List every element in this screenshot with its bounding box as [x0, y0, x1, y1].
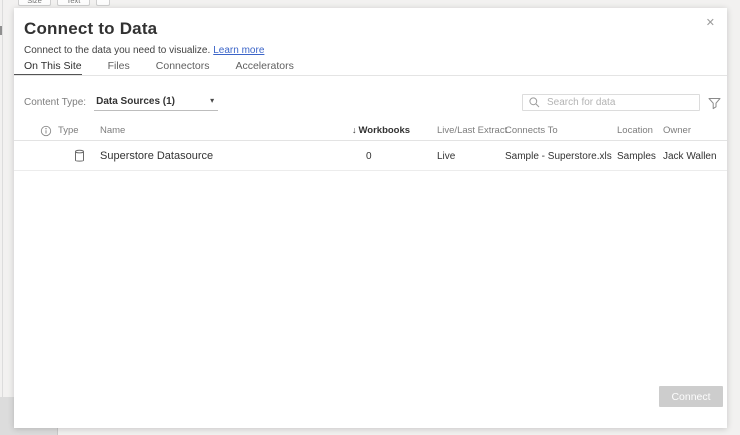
dialog-title: Connect to Data	[24, 19, 157, 39]
column-header-owner[interactable]: Owner	[663, 125, 717, 136]
subtitle-text: Connect to the data you need to visualiz…	[24, 45, 210, 56]
column-header-name[interactable]: Name	[100, 125, 352, 136]
info-icon[interactable]	[33, 125, 58, 137]
search-input[interactable]	[545, 96, 699, 109]
panel-divider-line	[2, 0, 3, 398]
tab-files[interactable]: Files	[108, 60, 130, 76]
toolbar-button-fragment	[96, 0, 110, 6]
row-location: Samples	[617, 151, 663, 162]
background-text-fragment	[0, 26, 2, 35]
row-connects-to: Sample - Superstore.xls	[505, 151, 617, 162]
column-header-workbooks[interactable]: ↓Workbooks	[352, 125, 437, 136]
column-header-location[interactable]: Location	[617, 125, 663, 136]
content-type-value: Data Sources (1)	[96, 96, 175, 107]
close-icon[interactable]: ✕	[706, 18, 715, 29]
dialog-tabs: On This Site Files Connectors Accelerato…	[14, 60, 727, 76]
sort-descending-icon: ↓	[352, 125, 357, 135]
workbooks-header-label: Workbooks	[359, 125, 411, 136]
tab-accelerators[interactable]: Accelerators	[235, 60, 293, 76]
row-name: Superstore Datasource	[100, 150, 352, 162]
connect-button[interactable]: Connect	[659, 386, 723, 407]
marks-text-button-fragment: Text	[57, 0, 90, 6]
marks-size-button-fragment: Size	[18, 0, 51, 6]
screen: Size Text ✕ Connect to Data Connect to t…	[0, 0, 740, 435]
dialog-subtitle: Connect to the data you need to visualiz…	[24, 45, 264, 56]
content-type-row: Content Type: Data Sources (1) ▾	[24, 92, 218, 112]
table-header: Type Name ↓Workbooks Live/Last Extract C…	[14, 121, 727, 141]
tab-on-this-site[interactable]: On This Site	[14, 60, 82, 76]
tab-connectors[interactable]: Connectors	[156, 60, 210, 76]
search-icon	[529, 97, 540, 108]
database-icon	[58, 149, 100, 163]
connect-to-data-dialog: ✕ Connect to Data Connect to the data yo…	[14, 8, 727, 428]
content-type-dropdown[interactable]: Data Sources (1) ▾	[94, 94, 218, 111]
row-owner: Jack Wallen	[663, 151, 717, 162]
column-header-type[interactable]: Type	[58, 125, 100, 136]
chevron-down-icon: ▾	[210, 97, 214, 105]
column-header-live-last-extract[interactable]: Live/Last Extract	[437, 125, 505, 136]
row-workbooks: 0	[352, 151, 437, 162]
table-row[interactable]: Superstore Datasource 0 Live Sample - Su…	[14, 142, 727, 171]
content-type-label: Content Type:	[24, 97, 86, 108]
tabs-divider	[14, 75, 727, 76]
row-live-last-extract: Live	[437, 151, 505, 162]
learn-more-link[interactable]: Learn more	[213, 45, 264, 56]
search-box	[522, 94, 700, 111]
filter-icon[interactable]	[708, 97, 721, 110]
column-header-connects-to[interactable]: Connects To	[505, 125, 617, 136]
